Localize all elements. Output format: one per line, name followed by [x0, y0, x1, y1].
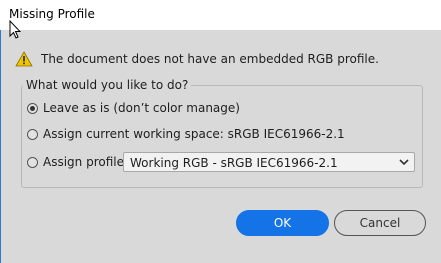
cursor-icon: [9, 20, 21, 39]
radio-leave-as-is[interactable]: [27, 102, 38, 114]
options-group-label: What would you like to do?: [23, 78, 192, 92]
radio-assign-profile[interactable]: [27, 156, 38, 168]
option-label: Assign profile:: [43, 155, 129, 169]
warning-icon: [15, 51, 33, 67]
warning-message: The document does not have an embedded R…: [41, 52, 379, 66]
radio-assign-working-space[interactable]: [27, 128, 38, 140]
cancel-button[interactable]: Cancel: [334, 210, 426, 236]
profile-select-value: Working RGB - sRGB IEC61966-2.1: [130, 156, 338, 170]
title-bar: Missing Profile: [0, 0, 441, 30]
option-label: Leave as is (don’t color manage): [43, 101, 240, 115]
window-title: Missing Profile: [9, 7, 95, 21]
ok-button[interactable]: OK: [236, 210, 329, 236]
option-label: Assign current working space: sRGB IEC61…: [43, 127, 345, 141]
option-leave-as-is[interactable]: Leave as is (don’t color manage): [27, 101, 240, 115]
option-assign-profile[interactable]: Assign profile:: [27, 155, 128, 169]
window-edge: [0, 30, 1, 263]
chevron-down-icon: [399, 159, 409, 166]
option-assign-working-space[interactable]: Assign current working space: sRGB IEC61…: [27, 127, 345, 141]
profile-select[interactable]: Working RGB - sRGB IEC61966-2.1: [123, 152, 415, 172]
